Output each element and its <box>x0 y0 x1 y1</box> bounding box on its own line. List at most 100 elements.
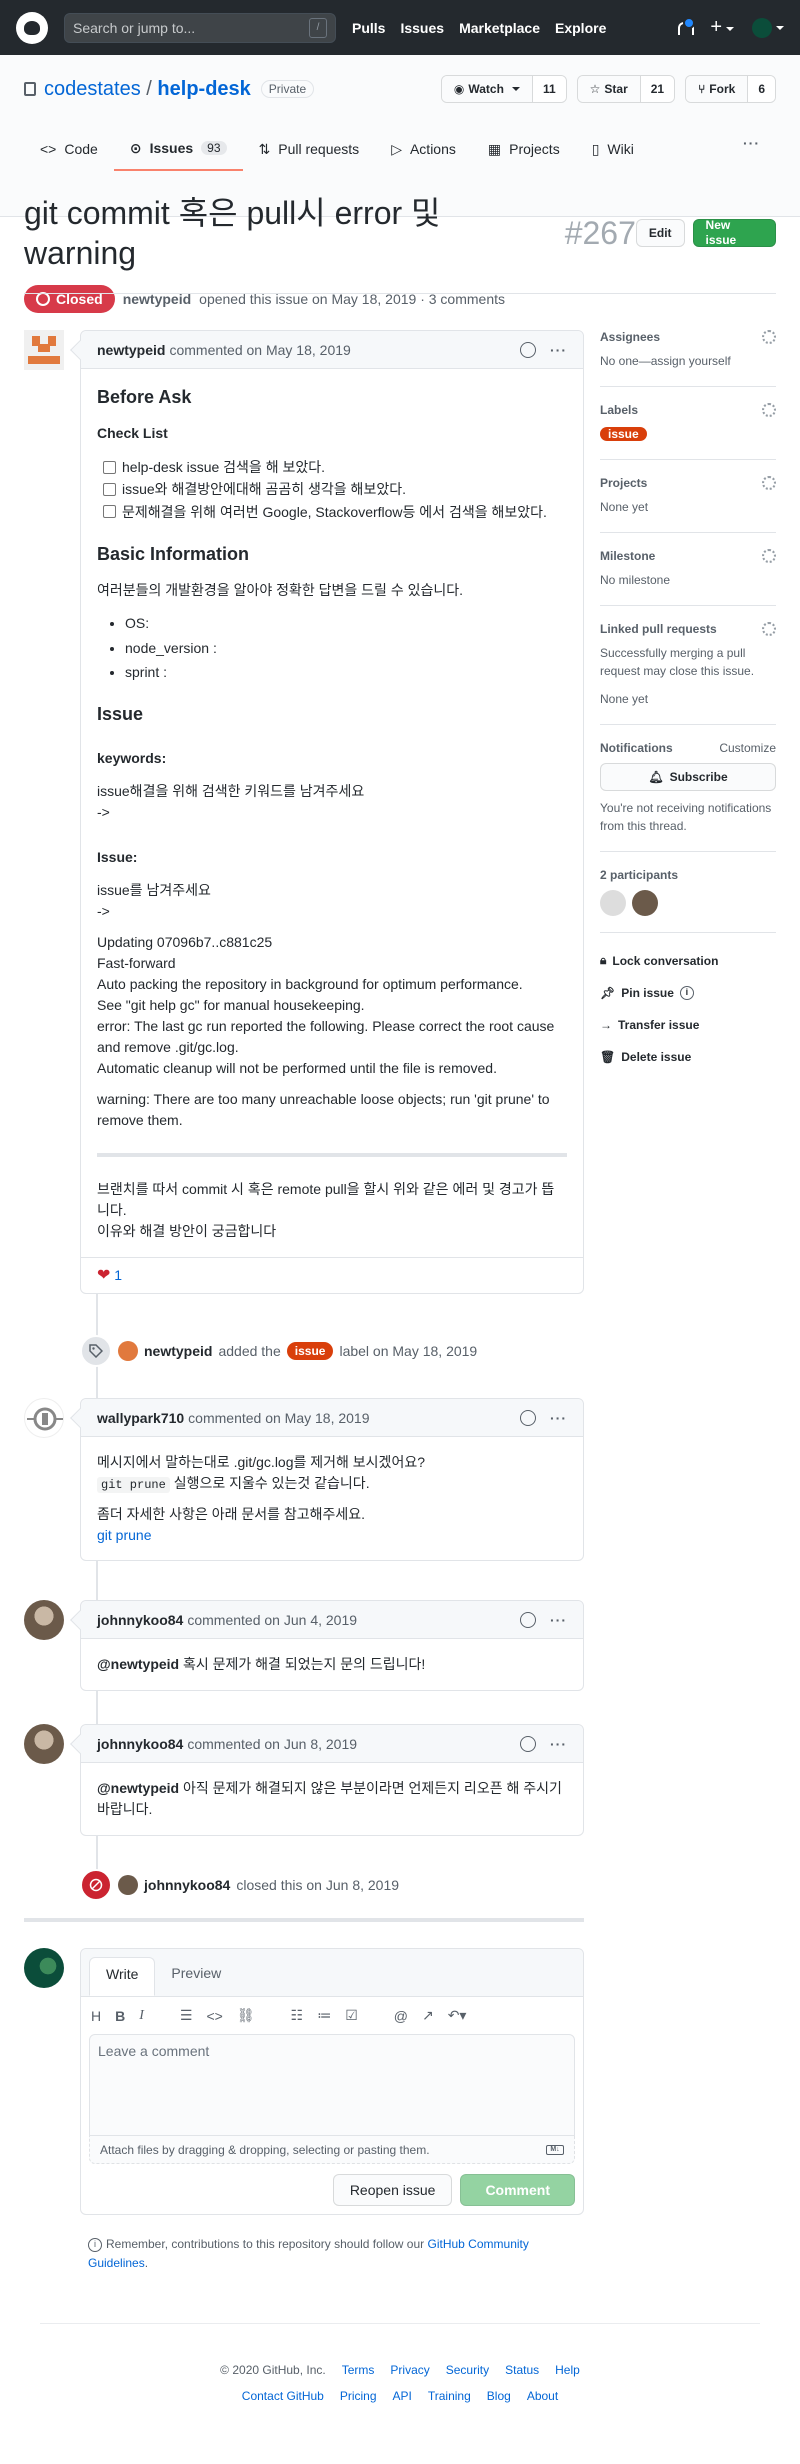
link-icon[interactable]: ⛓ <box>237 2007 255 2024</box>
search-input[interactable]: Search or jump to... / <box>64 12 336 43</box>
footer-link-contact[interactable]: Contact GitHub <box>242 2389 324 2403</box>
add-reaction-icon[interactable] <box>520 341 536 358</box>
assignees-value[interactable]: No one—assign yourself <box>600 352 776 370</box>
tab-write[interactable]: Write <box>89 1957 156 1996</box>
footer-link-privacy[interactable]: Privacy <box>390 2363 429 2377</box>
user-mention[interactable]: @newtypeid <box>97 1780 179 1796</box>
repo-owner-link[interactable]: codestates <box>44 78 141 100</box>
comment-options-icon[interactable]: ··· <box>550 1736 567 1752</box>
avatar[interactable] <box>118 1341 138 1361</box>
comment-options-icon[interactable]: ··· <box>550 342 567 358</box>
avatar[interactable] <box>24 1724 64 1764</box>
nav-marketplace[interactable]: Marketplace <box>459 20 540 36</box>
checkbox[interactable] <box>103 505 116 519</box>
footer-link-blog[interactable]: Blog <box>487 2389 511 2403</box>
comment-options-icon[interactable]: ··· <box>550 1612 567 1628</box>
add-reaction-icon[interactable] <box>520 1735 536 1752</box>
gear-icon[interactable] <box>762 476 776 490</box>
comment-timestamp[interactable]: commented on Jun 8, 2019 <box>187 1736 357 1752</box>
star-count[interactable]: 21 <box>640 76 675 102</box>
tab-issues[interactable]: ⊙ Issues 93 <box>113 127 243 171</box>
footer-link-training[interactable]: Training <box>428 2389 471 2403</box>
add-reaction-icon[interactable] <box>520 1409 536 1426</box>
label-issue[interactable]: issue <box>286 1342 334 1360</box>
tab-actions[interactable]: ▷ Actions <box>375 127 472 171</box>
star-button[interactable]: ☆ Star <box>577 76 641 102</box>
avatar[interactable] <box>24 1398 64 1438</box>
gear-icon[interactable] <box>762 549 776 563</box>
footer-link-help[interactable]: Help <box>555 2363 580 2377</box>
lock-conversation-button[interactable]: 🔒︎ Lock conversation <box>600 953 776 968</box>
mention-icon[interactable]: @ <box>394 2008 408 2024</box>
comment-timestamp[interactable]: commented on Jun 4, 2019 <box>187 1612 357 1628</box>
avatar[interactable] <box>24 330 64 370</box>
tab-pull-requests[interactable]: ⇅ Pull requests <box>243 127 376 171</box>
notifications-bell-icon[interactable] <box>676 16 696 36</box>
reopen-issue-button[interactable]: Reopen issue <box>332 2174 453 2206</box>
event-actor[interactable]: newtypeid <box>144 1343 212 1359</box>
add-reaction-icon[interactable] <box>520 1611 536 1628</box>
new-issue-button[interactable]: New issue <box>692 218 776 247</box>
checkbox[interactable] <box>103 483 116 497</box>
gear-icon[interactable] <box>762 330 776 344</box>
code-icon[interactable]: <> <box>206 2008 222 2024</box>
comment-timestamp[interactable]: commented on May 18, 2019 <box>188 1410 369 1426</box>
more-tabs-button[interactable]: ··· <box>727 127 776 171</box>
reaction-heart-button[interactable]: ❤ 1 <box>97 1265 122 1285</box>
comment-timestamp[interactable]: commented on May 18, 2019 <box>169 342 350 358</box>
watch-count[interactable]: 11 <box>532 76 566 102</box>
avatar[interactable] <box>24 1600 64 1640</box>
delete-issue-button[interactable]: 🗑︎ Delete issue <box>600 1050 776 1064</box>
footer-link-pricing[interactable]: Pricing <box>340 2389 377 2403</box>
comment-textarea[interactable]: Leave a comment <box>89 2034 575 2136</box>
user-mention[interactable]: @newtypeid <box>97 1656 179 1672</box>
github-logo-icon[interactable] <box>16 11 48 44</box>
footer-link-security[interactable]: Security <box>446 2363 489 2377</box>
comment-author[interactable]: newtypeid <box>97 342 165 358</box>
unordered-list-icon[interactable]: ☷ <box>291 2007 304 2024</box>
fork-count[interactable]: 6 <box>748 76 775 102</box>
quote-icon[interactable]: ☰ <box>180 2007 193 2024</box>
attach-files-area[interactable]: Attach files by dragging & dropping, sel… <box>89 2136 575 2164</box>
gear-icon[interactable] <box>762 403 776 417</box>
customize-link[interactable]: Customize <box>719 741 776 755</box>
create-new-menu[interactable]: + <box>710 17 734 37</box>
task-list-icon[interactable]: ☑ <box>345 2007 358 2024</box>
footer-link-api[interactable]: API <box>393 2389 412 2403</box>
edit-title-button[interactable]: Edit <box>635 219 685 247</box>
event-actor[interactable]: johnnykoo84 <box>144 1877 230 1893</box>
comment-author[interactable]: johnnykoo84 <box>97 1736 183 1752</box>
comment-author[interactable]: johnnykoo84 <box>97 1612 183 1628</box>
git-prune-link[interactable]: git prune <box>97 1527 151 1543</box>
tab-code[interactable]: <> Code <box>24 127 114 171</box>
avatar[interactable] <box>118 1875 138 1895</box>
fork-button[interactable]: ⑂ Fork <box>686 76 749 102</box>
pin-issue-button[interactable]: 📌︎ Pin issue i <box>600 986 776 1000</box>
footer-link-terms[interactable]: Terms <box>342 2363 375 2377</box>
nav-pulls[interactable]: Pulls <box>352 20 385 36</box>
subscribe-button[interactable]: 🔔︎ Subscribe <box>600 763 776 791</box>
repo-name-link[interactable]: help-desk <box>157 78 250 100</box>
saved-replies-icon[interactable]: ↶▾ <box>448 2007 467 2024</box>
cross-reference-icon[interactable]: ↗ <box>422 2007 434 2024</box>
gear-icon[interactable] <box>762 622 776 636</box>
comment-author[interactable]: wallypark710 <box>97 1410 184 1426</box>
nav-explore[interactable]: Explore <box>555 20 606 36</box>
transfer-issue-button[interactable]: → Transfer issue <box>600 1018 776 1032</box>
user-menu[interactable] <box>752 17 784 38</box>
italic-icon[interactable]: I <box>139 2008 144 2024</box>
tab-preview[interactable]: Preview <box>155 1957 237 1996</box>
nav-issues[interactable]: Issues <box>400 20 444 36</box>
comment-options-icon[interactable]: ··· <box>550 1410 567 1426</box>
heading-icon[interactable]: H <box>91 2008 101 2024</box>
comment-button[interactable]: Comment <box>460 2174 575 2206</box>
tab-projects[interactable]: ▦ Projects <box>472 127 576 171</box>
footer-link-status[interactable]: Status <box>505 2363 539 2377</box>
checkbox[interactable] <box>103 460 116 474</box>
participant-avatar[interactable] <box>632 890 658 916</box>
participant-avatar[interactable] <box>600 890 626 916</box>
bold-icon[interactable]: B <box>115 2008 125 2024</box>
watch-button[interactable]: ◉ Watch <box>441 76 533 102</box>
avatar[interactable] <box>24 1948 64 1988</box>
tab-wiki[interactable]: ▯ Wiki <box>576 127 650 171</box>
